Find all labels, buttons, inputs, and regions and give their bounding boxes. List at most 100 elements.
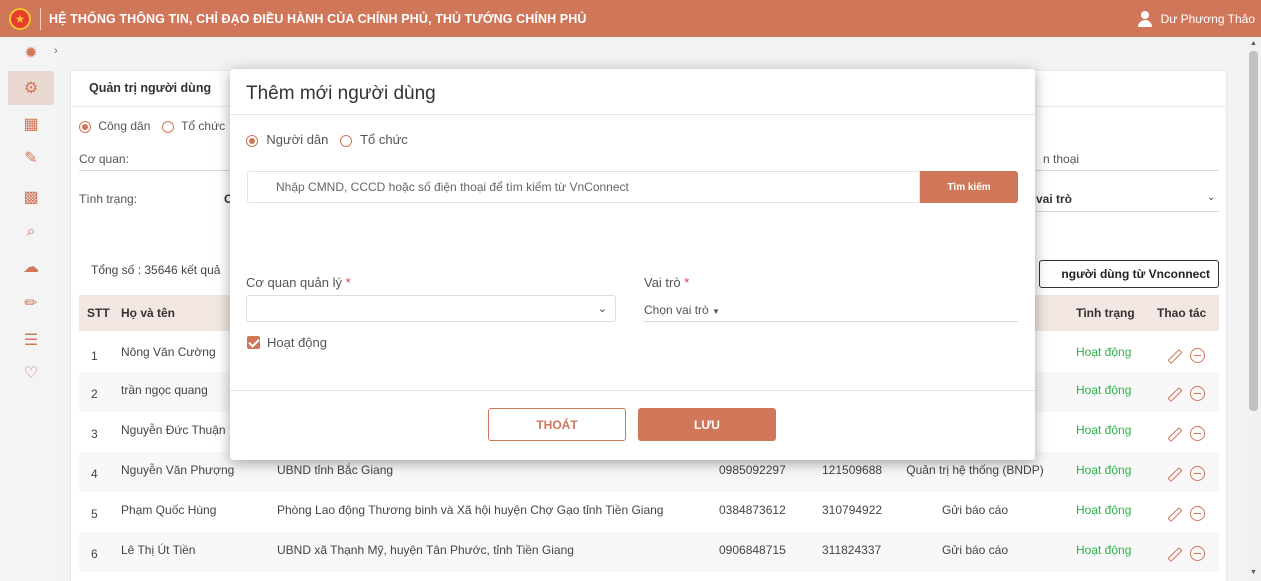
filter-type-group: Công dân Tổ chức (79, 119, 225, 133)
row-phone: 0906848715 (719, 543, 786, 557)
deactivate-minus-icon[interactable] (1190, 348, 1205, 363)
total-count: Tổng số : 35646 kết quả (91, 263, 221, 277)
required-mark: * (345, 275, 351, 290)
gear-icon[interactable]: ✹ (20, 42, 42, 64)
deactivate-minus-icon[interactable] (1190, 426, 1205, 441)
phone-filter-input[interactable] (1036, 170, 1219, 171)
radio-org[interactable] (161, 120, 174, 133)
app-title: HỆ THỐNG THÔNG TIN, CHỈ ĐẠO ĐIỀU HÀNH CỦ… (49, 11, 587, 26)
divider (40, 7, 41, 30)
settings-icon[interactable]: ⚙ (8, 71, 54, 105)
edit-pencil-icon[interactable] (1165, 425, 1181, 441)
heart-plus-icon[interactable]: ♡ (20, 362, 42, 384)
phone-filter-label: n thoại (1043, 152, 1080, 166)
header-stt: STT (87, 306, 110, 320)
search-icon[interactable]: ⌕ (20, 221, 42, 243)
pencil-icon[interactable]: ✏ (20, 292, 42, 314)
edit-pencil-icon[interactable] (1165, 505, 1181, 521)
row-phone: 0384873612 (719, 503, 786, 517)
role-field-label: Vai trò * (644, 275, 689, 290)
import-from-vnconnect-button[interactable]: người dùng từ Vnconnect (1039, 260, 1219, 288)
deactivate-minus-icon[interactable] (1190, 546, 1205, 561)
row-stt: 1 (91, 349, 98, 363)
role-field-label-text: Vai trò (644, 275, 681, 290)
row-status: Hoạt động (1076, 423, 1132, 437)
row-name: Phạm Quốc Hùng (121, 503, 217, 517)
list-search-icon[interactable]: ☰ (20, 329, 42, 351)
row-stt: 3 (91, 427, 98, 441)
row-status: Hoạt động (1076, 463, 1132, 477)
divider (79, 170, 229, 171)
add-user-modal: Thêm mới người dùng Người dân Tổ chức Nh… (230, 69, 1035, 460)
sidebar: › ✹ ⚙ ▦ ✎ ▩ ⌕ ☁ ✏ ☰ ♡ (0, 37, 62, 581)
org-field-label: Cơ quan quản lý * (246, 275, 351, 290)
user-type-group: Người dân Tổ chức (246, 132, 408, 147)
row-name: trần ngọc quang (121, 383, 208, 397)
row-name: Lê Thị Út Tiền (121, 543, 196, 557)
role-select-value: Chọn vai trò (644, 303, 709, 317)
row-status: Hoạt động (1076, 543, 1132, 557)
active-checkbox[interactable] (247, 336, 260, 349)
radio-organization-label: Tổ chức (360, 132, 408, 147)
row-id: 311824337 (822, 543, 882, 557)
header-actions: Thao tác (1157, 306, 1207, 320)
row-stt: 2 (91, 387, 98, 401)
national-emblem-logo: ★ (0, 0, 40, 37)
search-button[interactable]: Tìm kiếm (920, 171, 1018, 203)
save-button[interactable]: LƯU (638, 408, 776, 441)
row-status: Hoạt động (1076, 503, 1132, 517)
sidebar-expand-icon[interactable]: › (54, 45, 58, 57)
chevron-down-icon: ⌄ (1207, 192, 1216, 203)
exit-button[interactable]: THOÁT (488, 408, 626, 441)
scroll-thumb[interactable] (1249, 51, 1258, 411)
caret-down-icon: ▼ (712, 307, 720, 316)
header-name: Họ và tên (121, 306, 176, 320)
page-title: Quản trị người dùng (89, 81, 212, 95)
page-scrollbar[interactable]: ▲ ▼ (1246, 37, 1261, 581)
row-role: Gửi báo cáo (941, 503, 1009, 517)
table-row: 6 Lê Thị Út Tiền UBND xã Thạnh Mỹ, huyện T… (79, 532, 1219, 572)
apps-icon[interactable]: ▩ (20, 186, 42, 208)
divider (230, 390, 1035, 391)
row-role: Quản trị hệ thống (BNDP) (906, 463, 1044, 477)
row-role: Gửi báo cáo (941, 543, 1009, 557)
required-mark: * (684, 275, 690, 290)
radio-citizen[interactable] (79, 120, 91, 133)
divider (230, 114, 1035, 115)
user-menu[interactable]: Dư Phương Thảo (1137, 0, 1255, 37)
grid-icon[interactable]: ▦ (20, 113, 42, 135)
row-org: UBND xã Thạnh Mỹ, huyện Tân Phước, tỉnh … (277, 543, 574, 557)
edit-pencil-icon[interactable] (1165, 545, 1181, 561)
deactivate-minus-icon[interactable] (1190, 386, 1205, 401)
scroll-up-icon[interactable]: ▲ (1250, 40, 1257, 47)
org-field-label-text: Cơ quan quản lý (246, 275, 342, 290)
top-bar: ★ HỆ THỐNG THÔNG TIN, CHỈ ĐẠO ĐIỀU HÀNH … (0, 0, 1261, 37)
org-select[interactable]: ⌄ (246, 295, 616, 322)
header-status: Tình trạng (1076, 306, 1135, 320)
chevron-down-icon: ⌄ (597, 303, 607, 315)
scroll-down-icon[interactable]: ▼ (1250, 569, 1257, 576)
divider (1036, 211, 1219, 212)
radio-org-label: Tổ chức (181, 119, 226, 133)
role-select[interactable]: Chọn vai trò ▼ (644, 303, 720, 317)
row-org: UBND tỉnh Bắc Giang (277, 463, 394, 477)
user-name: Dư Phương Thảo (1160, 11, 1255, 26)
row-phone: 0985092297 (719, 463, 786, 477)
vnconnect-search-input[interactable]: Nhập CMND, CCCD hoặc số điện thoại để tì… (247, 171, 920, 203)
role-filter-select[interactable]: vai trò (1036, 192, 1072, 206)
row-stt: 4 (91, 467, 98, 481)
deactivate-minus-icon[interactable] (1190, 506, 1205, 521)
row-stt: 5 (91, 507, 98, 521)
radio-organization[interactable] (339, 134, 352, 147)
deactivate-minus-icon[interactable] (1190, 466, 1205, 481)
star-icon: ★ (9, 7, 31, 30)
cloud-upload-icon[interactable]: ☁ (20, 256, 42, 278)
edit-pencil-icon[interactable] (1165, 385, 1181, 401)
edit-pencil-icon[interactable] (1165, 465, 1181, 481)
status-filter-label: Tình trạng: (79, 192, 138, 206)
edit-pencil-icon[interactable] (1165, 347, 1181, 363)
row-status: Hoạt động (1076, 345, 1132, 359)
radio-individual[interactable] (246, 134, 258, 147)
active-checkbox-label: Hoạt động (267, 335, 327, 350)
edit-icon[interactable]: ✎ (20, 147, 42, 169)
